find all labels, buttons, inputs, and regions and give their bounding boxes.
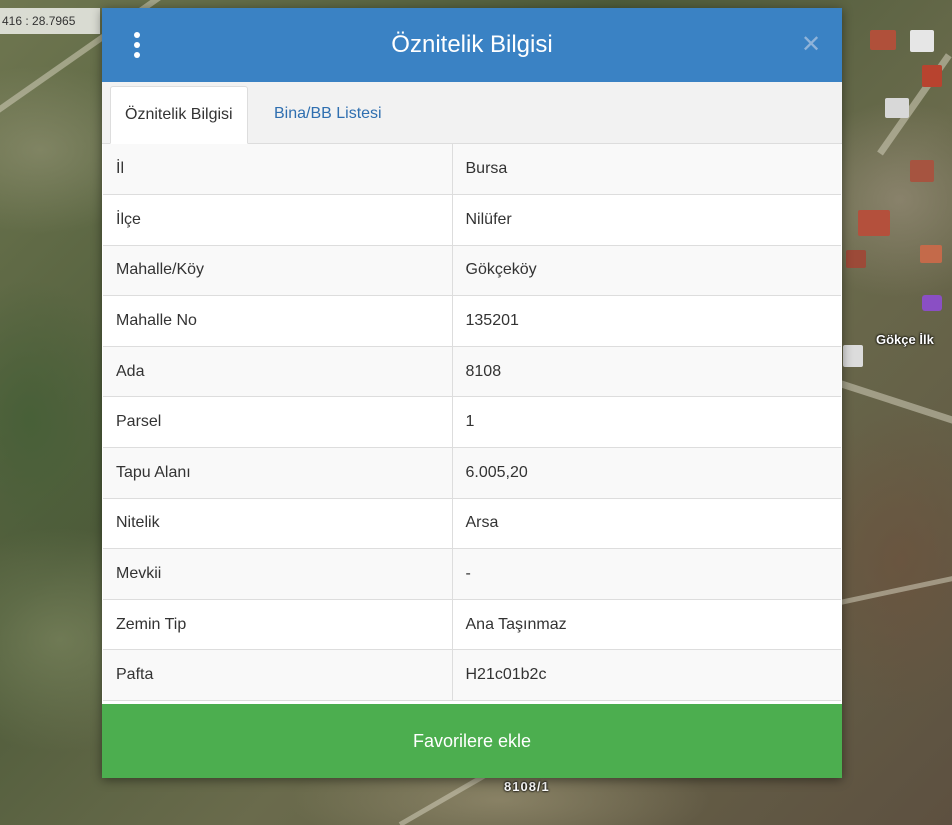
- map-building: [922, 65, 942, 87]
- tab-attribute-info[interactable]: Öznitelik Bilgisi: [110, 86, 248, 144]
- tab-building-list[interactable]: Bina/BB Listesi: [260, 86, 396, 144]
- table-row: İl Bursa: [103, 144, 841, 196]
- close-icon[interactable]: ✕: [796, 30, 826, 60]
- table-row: Ada 8108: [103, 346, 841, 398]
- add-to-favorites-button[interactable]: Favorilere ekle: [102, 704, 842, 778]
- attribute-value: -: [452, 548, 841, 600]
- attribute-key: Tapu Alanı: [103, 447, 453, 499]
- map-building: [885, 98, 909, 118]
- attribute-key: Mahalle/Köy: [103, 245, 453, 297]
- attribute-key: Mevkii: [103, 548, 453, 600]
- attribute-key: Nitelik: [103, 498, 453, 550]
- map-building: [870, 30, 896, 50]
- table-row: Pafta H21c01b2c: [103, 649, 841, 702]
- attribute-value: Arsa: [452, 498, 841, 550]
- table-row: Mahalle No 135201: [103, 295, 841, 347]
- place-label: Gökçe İlk: [876, 332, 934, 347]
- parcel-label: 8108/1: [504, 779, 550, 794]
- map-building: [910, 30, 934, 52]
- coordinate-readout: 416 : 28.7965: [0, 8, 100, 34]
- attribute-key: Parsel: [103, 396, 453, 449]
- modal-title: Öznitelik Bilgisi: [391, 31, 553, 58]
- attribute-value: Nilüfer: [452, 194, 841, 246]
- attribute-key: Ada: [103, 346, 453, 398]
- attribute-value: 8108: [452, 346, 841, 398]
- map-building: [858, 210, 890, 236]
- attribute-value: Bursa: [452, 144, 841, 196]
- table-row: İlçe Nilüfer: [103, 194, 841, 246]
- attribute-value: 6.005,20: [452, 447, 841, 499]
- table-row: Tapu Alanı 6.005,20: [103, 447, 841, 499]
- attribute-value: 135201: [452, 295, 841, 347]
- map-road: [839, 575, 952, 605]
- vertical-dots-icon[interactable]: [128, 30, 148, 60]
- school-poi-icon[interactable]: [922, 295, 942, 311]
- attribute-info-modal: Öznitelik Bilgisi ✕ Öznitelik Bilgisi Bi…: [102, 8, 842, 778]
- map-building: [843, 345, 863, 367]
- attribute-value: Gökçeköy: [452, 245, 841, 297]
- table-row: Zemin Tip Ana Taşınmaz: [103, 599, 841, 651]
- tab-bar: Öznitelik Bilgisi Bina/BB Listesi: [102, 82, 842, 144]
- map-road: [838, 380, 952, 431]
- attribute-value: 1: [452, 396, 841, 449]
- attribute-table: İl Bursa İlçe Nilüfer Mahalle/Köy Gökçeköy Mah…: [103, 144, 841, 702]
- map-building: [910, 160, 934, 182]
- table-row: Nitelik Arsa: [103, 498, 841, 550]
- attribute-key: Pafta: [103, 649, 453, 702]
- modal-header: Öznitelik Bilgisi ✕: [102, 8, 842, 82]
- attribute-key: İl: [103, 144, 453, 196]
- map-building: [846, 250, 866, 268]
- table-row: Mahalle/Köy Gökçeköy: [103, 245, 841, 297]
- attribute-key: Mahalle No: [103, 295, 453, 347]
- attribute-value: H21c01b2c: [452, 649, 841, 702]
- table-row: Mevkii -: [103, 548, 841, 600]
- attribute-key: İlçe: [103, 194, 453, 246]
- map-building: [920, 245, 942, 263]
- attribute-key: Zemin Tip: [103, 599, 453, 651]
- table-row: Parsel 1: [103, 396, 841, 449]
- attribute-value: Ana Taşınmaz: [452, 599, 841, 651]
